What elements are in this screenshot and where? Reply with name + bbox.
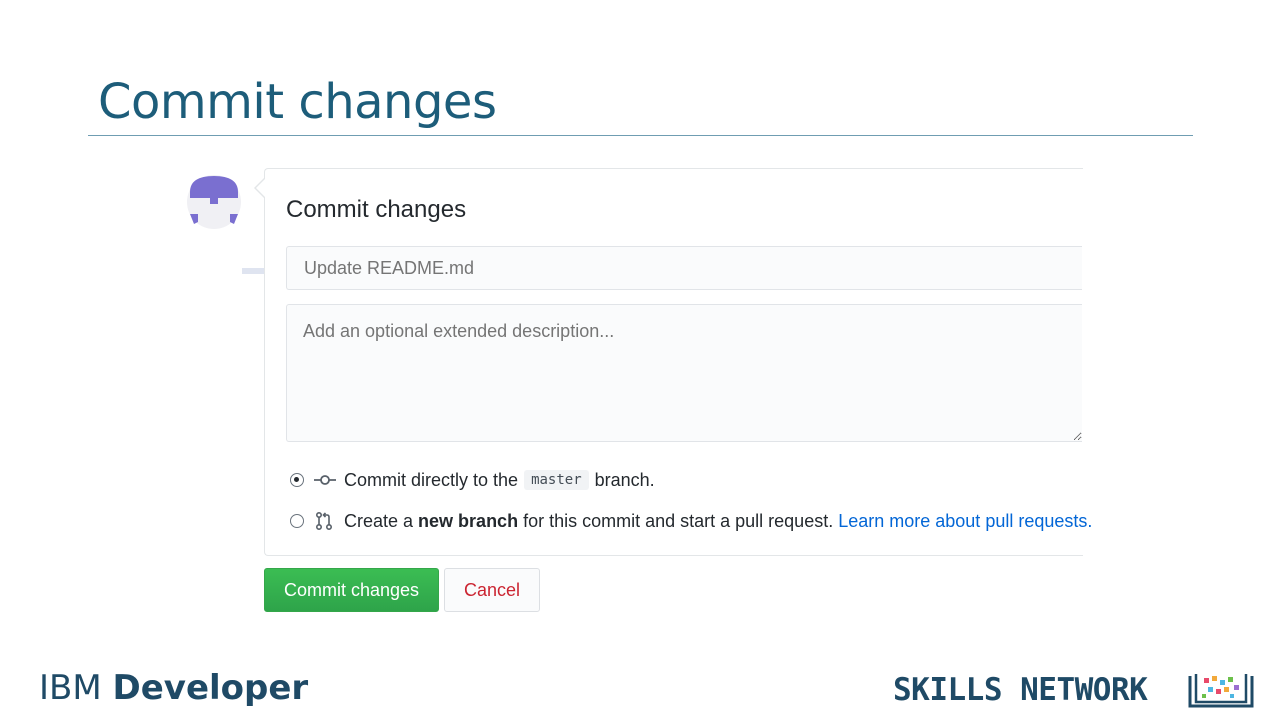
commit-directly-radio[interactable] bbox=[290, 473, 304, 487]
developer-wordmark: Developer bbox=[112, 668, 309, 708]
commit-directly-option[interactable]: Commit directly to the master branch. bbox=[290, 467, 655, 493]
git-pull-request-icon bbox=[316, 512, 332, 530]
commit-panel-heading: Commit changes bbox=[286, 196, 467, 223]
new-branch-option[interactable]: Create a new branch for this commit and … bbox=[290, 508, 1092, 534]
slide-title: Commit changes bbox=[98, 74, 497, 130]
commit-description-textarea[interactable] bbox=[286, 304, 1082, 442]
ibm-wordmark: IBM bbox=[39, 668, 102, 708]
commit-directly-suffix: branch. bbox=[594, 469, 655, 490]
title-divider bbox=[88, 135, 1193, 136]
pull-request-help-link[interactable]: Learn more about pull requests. bbox=[838, 511, 1092, 532]
ibm-developer-logo: IBM Developer bbox=[39, 668, 308, 708]
slide: Commit changes Commit changes Commit dir… bbox=[0, 0, 1280, 720]
panel-caret-fill bbox=[256, 179, 265, 197]
cancel-button[interactable]: Cancel bbox=[444, 568, 540, 612]
commit-directly-text: Commit directly to the bbox=[344, 469, 519, 490]
skills-network-wordmark: SKILLS NETWORK bbox=[893, 672, 1148, 708]
new-branch-prefix: Create a bbox=[344, 510, 414, 531]
commit-changes-button[interactable]: Commit changes bbox=[264, 568, 439, 612]
branch-name-chip: master bbox=[524, 470, 589, 490]
git-commit-icon bbox=[314, 475, 336, 485]
new-branch-radio[interactable] bbox=[290, 514, 304, 528]
identicon-avatar-icon bbox=[187, 175, 241, 229]
new-branch-bold: new branch bbox=[418, 510, 519, 531]
commit-summary-input[interactable] bbox=[286, 246, 1082, 290]
new-branch-text: for this commit and start a pull request… bbox=[523, 510, 834, 531]
skills-network-logo-icon bbox=[1188, 674, 1254, 708]
